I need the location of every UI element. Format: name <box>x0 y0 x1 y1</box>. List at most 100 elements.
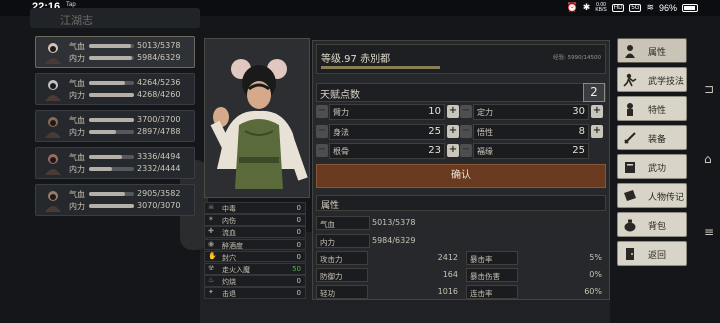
attribute-6: − 福缘 25 <box>460 143 610 159</box>
combat-stat-value: 164 <box>442 270 458 279</box>
menu-item-4[interactable]: 装备 <box>617 125 687 150</box>
attribute-box: 福缘 25 <box>473 143 589 159</box>
hp-bar <box>89 44 134 48</box>
mp-row: 内力 4268/4260 <box>69 90 194 101</box>
mp-bar <box>89 167 134 171</box>
martial-arts-icon <box>623 73 637 87</box>
increase-button[interactable]: + <box>447 144 459 157</box>
scroll-icon <box>623 189 637 203</box>
status-effect-value: 0 <box>296 228 301 237</box>
top-title: 江湖志 <box>60 14 93 27</box>
trait-icon <box>623 102 637 116</box>
combat-stat-value: 60% <box>584 287 602 296</box>
party-member[interactable]: 气血 3336/4494 内力 2332/4444 <box>35 147 195 179</box>
home-nav-icon[interactable]: ⌂ <box>704 152 712 166</box>
hp-row: 气血 4264/5236 <box>69 78 194 89</box>
mp-bar <box>89 56 134 60</box>
combat-stat: 暴击伤害 0% <box>466 268 606 282</box>
status-effect-name: 灼烧 <box>222 278 236 287</box>
status-effect-name: 走火入魔 <box>222 265 250 274</box>
increase-button[interactable]: + <box>591 105 603 118</box>
menu-item-5[interactable]: 武功 <box>617 154 687 179</box>
stat-label: 内力 <box>69 128 85 137</box>
sword-icon <box>623 131 637 145</box>
hp-row: 气血 3336/4494 <box>69 152 194 163</box>
menu-item-1[interactable]: 属性 <box>617 38 687 63</box>
network-badge: 5G <box>629 3 642 12</box>
menu-item-label: 特性 <box>648 106 667 116</box>
status-effect-name: 内伤 <box>222 217 236 226</box>
increase-button[interactable]: + <box>591 125 603 138</box>
decrease-button[interactable]: − <box>460 144 472 157</box>
status-effect-value: 0 <box>296 277 301 286</box>
party-list: 气血 5013/5378 内力 5984/6329 气血 4264/5236 内力 4268/… <box>35 36 195 221</box>
attribute-name: 身法 <box>333 128 349 137</box>
book-icon <box>623 160 637 174</box>
door-icon <box>623 247 637 261</box>
vital-value: 5013/5378 <box>372 218 416 227</box>
attribute-5: − 根骨 23 + <box>316 143 466 159</box>
attribute-box: 定力 30 <box>473 104 589 120</box>
attributes-section-title: 属性 <box>321 201 340 211</box>
menu-item-2[interactable]: 武学技法 <box>617 67 687 92</box>
hd-badge: HD <box>611 3 625 12</box>
status-effect-icon: ☢ <box>208 263 215 272</box>
party-member[interactable]: 气血 5013/5378 内力 5984/6329 <box>35 36 195 68</box>
stat-value: 3070/3070 <box>137 201 181 210</box>
character-icon <box>623 44 637 58</box>
side-menu: 属性武学技法特性装备武功人物传记背包返回 <box>617 38 687 270</box>
menu-nav-icon[interactable]: ≡ <box>704 225 714 239</box>
combat-stat: 防御力 164 <box>316 268 462 282</box>
character-avatar-icon <box>40 114 66 140</box>
vital-name: 气血 <box>316 216 370 230</box>
talent-points-value: 2 <box>583 83 605 102</box>
level-name: 等级.97 赤別都 <box>321 54 391 65</box>
attribute-box: 根骨 23 <box>329 143 445 159</box>
decrease-button[interactable]: − <box>460 125 472 138</box>
menu-item-8[interactable]: 返回 <box>617 241 687 266</box>
decrease-button[interactable]: − <box>316 125 328 138</box>
decrease-button[interactable]: − <box>316 144 328 157</box>
status-effect-row: ☢ 走火入魔 50 <box>204 262 306 275</box>
stat-label: 气血 <box>69 79 85 88</box>
status-effect-row: ✋ 封穴 0 <box>204 250 306 263</box>
menu-item-6[interactable]: 人物传记 <box>617 183 687 208</box>
party-member[interactable]: 气血 4264/5236 内力 4268/4260 <box>35 73 195 105</box>
menu-item-7[interactable]: 背包 <box>617 212 687 237</box>
decrease-button[interactable]: − <box>460 105 472 118</box>
hp-bar <box>89 155 134 159</box>
vital-name: 内力 <box>316 234 370 248</box>
combat-stat-name: 暴击伤害 <box>466 268 518 282</box>
experience-bar <box>321 66 440 69</box>
character-avatar-icon <box>40 77 66 103</box>
attribute-name: 臂力 <box>333 108 349 117</box>
menu-item-label: 背包 <box>648 222 667 232</box>
mp-row: 内力 3070/3070 <box>69 201 194 212</box>
attribute-value: 10 <box>428 106 441 117</box>
combat-stat: 连击率 60% <box>466 285 606 299</box>
attribute-value: 8 <box>578 126 585 137</box>
top-title-strip: 江湖志 <box>30 8 200 28</box>
mp-row: 内力 2897/4788 <box>69 127 194 138</box>
network-speed: 0.00 KB/S <box>595 1 607 13</box>
menu-item-3[interactable]: 特性 <box>617 96 687 121</box>
party-member[interactable]: 气血 2905/3582 内力 3070/3070 <box>35 184 195 216</box>
decrease-button[interactable]: − <box>316 105 328 118</box>
attribute-box: 臂力 10 <box>329 104 445 120</box>
confirm-button[interactable]: 确认 <box>316 164 606 188</box>
increase-button[interactable]: + <box>447 105 459 118</box>
attribute-1: − 臂力 10 + <box>316 104 466 120</box>
increase-button[interactable]: + <box>447 125 459 138</box>
talent-points-row: 天赋点数 2 <box>316 83 606 102</box>
back-nav-icon[interactable]: ⊐ <box>704 82 714 96</box>
status-effect-row: ♨ 灼烧 0 <box>204 275 306 287</box>
status-effect-row: ☠ 中毒 0 <box>204 202 306 214</box>
status-effect-row: ✚ 流血 0 <box>204 226 306 238</box>
stat-label: 气血 <box>69 153 85 162</box>
party-member[interactable]: 气血 3700/3700 内力 2897/4788 <box>35 110 195 142</box>
hp-bar <box>89 192 134 196</box>
combat-stat-name: 攻击力 <box>316 251 368 265</box>
stat-value: 5984/6329 <box>137 53 181 62</box>
talent-points-label: 天赋点数 <box>320 90 360 101</box>
status-effects-list: ☠ 中毒 0 ✶ 内伤 0 ✚ 流血 0 ◉ 醉酒度 0 ✋ 封穴 0 ☢ 走火入魔 50 ♨ 灼烧 0 ✦ 击退 0 <box>204 202 306 300</box>
